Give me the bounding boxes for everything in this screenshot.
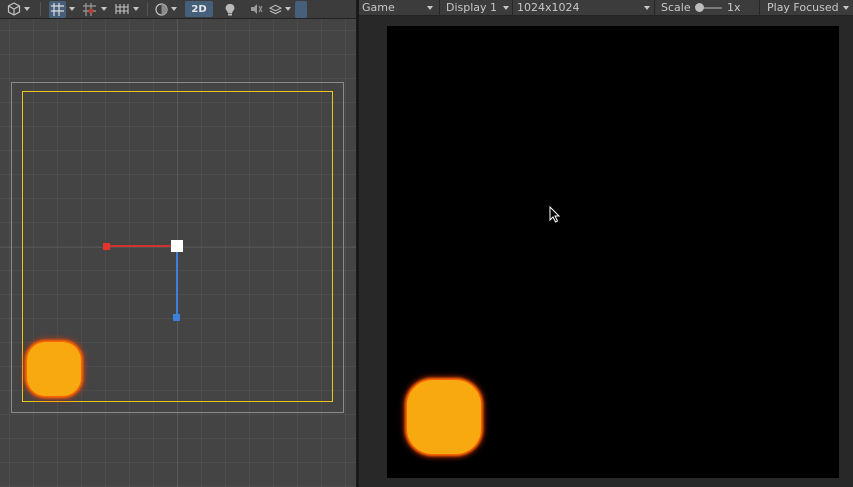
move-gizmo-y-handle[interactable] <box>173 314 180 321</box>
move-gizmo-y-axis[interactable] <box>176 247 178 317</box>
move-gizmo-center-handle[interactable] <box>171 240 183 252</box>
toolbar-separator <box>654 0 655 16</box>
scale-slider-handle[interactable] <box>695 3 704 12</box>
lighting-icon[interactable] <box>217 1 243 18</box>
scale-value: 1x <box>727 1 741 14</box>
gizmo-cube-icon[interactable] <box>6 1 30 18</box>
play-mode-dropdown[interactable]: Play Focused <box>767 0 839 15</box>
shading-sphere-icon[interactable] <box>153 1 179 18</box>
chevron-down-icon <box>427 6 433 10</box>
chevron-down-icon <box>843 6 849 10</box>
game-sprite-object <box>407 380 481 454</box>
grid-visibility-icon[interactable] <box>113 1 130 18</box>
scene-sprite-object[interactable] <box>27 342 81 396</box>
display-dropdown[interactable]: Display 1 <box>446 0 497 15</box>
increment-snap-icon[interactable] <box>81 1 98 18</box>
effects-icon[interactable] <box>269 1 291 18</box>
move-gizmo-x-axis[interactable] <box>106 245 177 247</box>
chevron-down-icon <box>503 6 509 10</box>
grid-snap-dropdown[interactable] <box>66 1 78 18</box>
toolbar-separator <box>147 2 148 16</box>
scene-toolbar: 2D <box>0 0 356 19</box>
overflow-tools-icon[interactable] <box>295 0 307 18</box>
scene-view[interactable]: 2D <box>0 0 356 487</box>
resolution-dropdown[interactable]: 1024x1024 <box>517 0 580 15</box>
move-gizmo-x-handle[interactable] <box>103 243 110 250</box>
mouse-cursor-icon <box>549 206 561 223</box>
audio-icon[interactable] <box>243 1 269 18</box>
chevron-down-icon <box>644 6 650 10</box>
toolbar-separator <box>40 2 41 16</box>
increment-snap-dropdown[interactable] <box>98 1 110 18</box>
toolbar-separator <box>512 0 513 16</box>
editor-root: 2D Game Display 1 1024x1024 Scale 1x Pla… <box>0 0 853 487</box>
scale-label: Scale <box>661 1 691 14</box>
toolbar-separator <box>439 0 440 16</box>
mode-2d-toggle[interactable]: 2D <box>185 1 213 17</box>
grid-visibility-dropdown[interactable] <box>130 1 142 18</box>
grid-snap-icon[interactable] <box>49 0 66 18</box>
game-toolbar: Game Display 1 1024x1024 Scale 1x Play F… <box>359 0 853 16</box>
view-type-dropdown[interactable]: Game <box>362 0 395 15</box>
toolbar-separator <box>759 0 760 16</box>
